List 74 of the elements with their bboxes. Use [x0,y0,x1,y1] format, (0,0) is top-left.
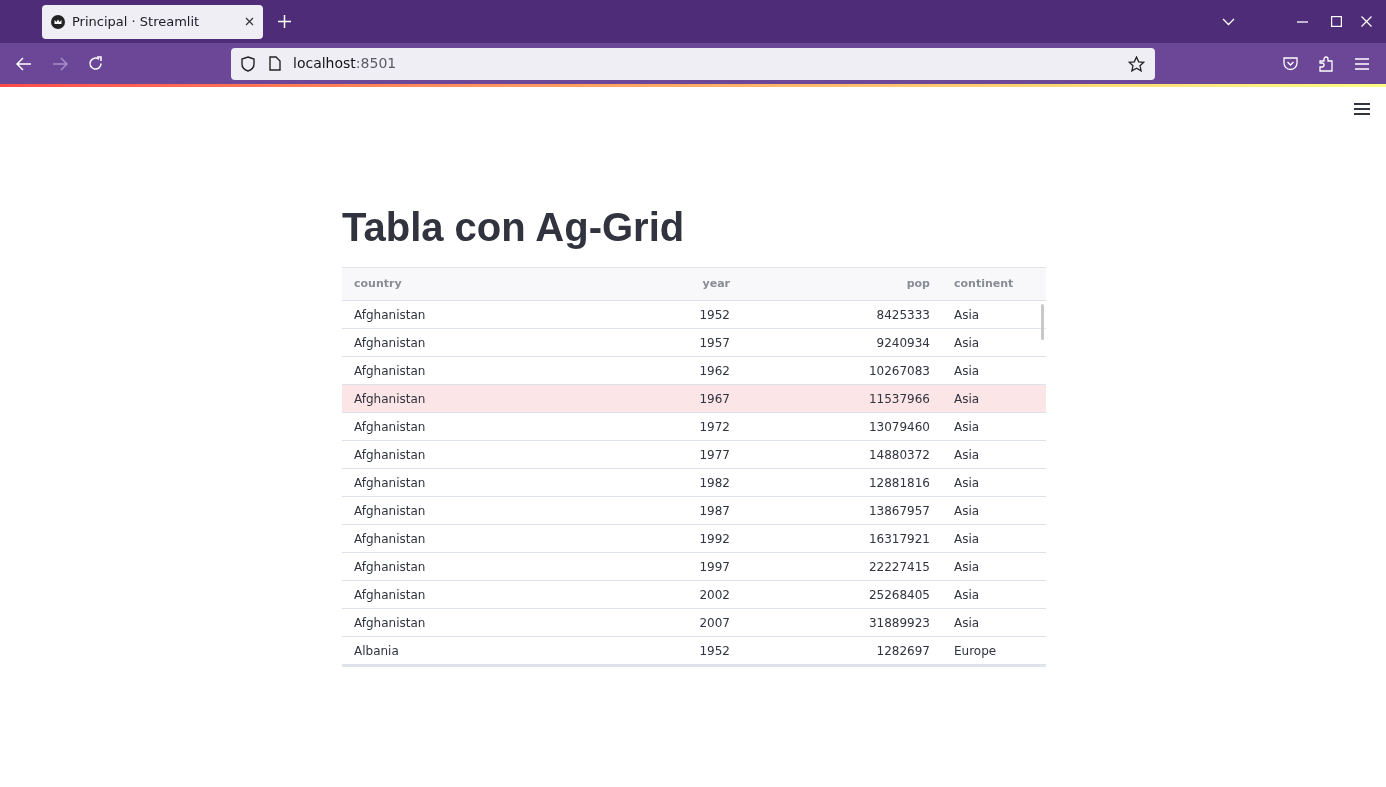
table-cell-text: Afghanistan [353,474,427,492]
table-cell-text: 9240934 [875,334,931,352]
page-icon [269,56,281,71]
table-cell-text: Asia [953,306,981,324]
table-cell-text: 8425333 [875,306,931,324]
table-cell-text: Afghanistan [353,418,427,436]
table-cell-text: Asia [953,362,981,380]
table-cell-text: 1282697 [875,642,931,660]
table-cell-text: 1952 [698,306,731,324]
table-cell-text: Afghanistan [353,530,427,548]
table-cell-text: 1957 [698,334,731,352]
table-cell-text: Albania [353,642,400,660]
url-text: localhost:8501 [293,54,398,73]
table-cell-text: Asia [953,502,981,520]
table-cell-text: Asia [953,614,981,632]
scrollbar-thumb[interactable] [1041,304,1044,340]
table-cell-text: Afghanistan [353,390,427,408]
plus-icon[interactable] [278,15,291,28]
table-cell-text: 16317921 [867,530,931,548]
table-cell-text: 14880372 [867,446,931,464]
browser-tab[interactable]: Principal · Streamlit [42,4,263,39]
star-icon[interactable] [1128,55,1145,72]
table-cell-text: 10267083 [867,362,931,380]
back-arrow-icon[interactable] [16,56,32,71]
table-cell-text: Afghanistan [353,306,427,324]
tab-title: Principal · Streamlit [72,12,201,31]
table-cell-text: 1962 [698,362,731,380]
table-cell-text: 2002 [698,586,731,604]
close-icon[interactable] [245,17,254,26]
table-cell-text: Asia [953,530,981,548]
pocket-icon[interactable] [1283,56,1298,71]
table-cell-text: 2007 [698,614,731,632]
table-cell-text: 1997 [698,558,731,576]
minimize-icon[interactable] [1297,20,1308,23]
reload-icon[interactable] [88,56,103,71]
table-cell-text: 31889923 [867,614,931,632]
table-cell-text: 1992 [698,530,731,548]
shield-icon [241,55,255,72]
table-cell-text: Afghanistan [353,558,427,576]
table-cell-text: 22227415 [867,558,931,576]
table-cell-text: Asia [953,474,981,492]
address-bar[interactable]: localhost:8501 [231,47,1155,80]
table-cell-text: 1967 [698,390,731,408]
menu-icon[interactable] [1354,103,1370,115]
table-cell-text: 1952 [698,642,731,660]
page-title: Tabla con Ag-Grid [342,204,686,251]
table-cell-text: 1987 [698,502,731,520]
table-cell-text: Afghanistan [353,362,427,380]
table-cell-text: 1972 [698,418,731,436]
table-cell-text: 12881816 [867,474,931,492]
table-cell-text: Afghanistan [353,614,427,632]
table-cell-text: 1982 [698,474,731,492]
table-cell-text: Asia [953,390,981,408]
table-row[interactable]: Afghanistan 1967 11537966 Asia [342,385,1046,413]
puzzle-icon[interactable] [1319,55,1334,72]
table-cell-text: Asia [953,418,981,436]
maximize-icon[interactable] [1331,16,1342,27]
table-cell-text: 11537966 [867,390,931,408]
table-cell-text: 13079460 [867,418,931,436]
forward-arrow-icon[interactable] [52,56,68,71]
table-cell-text: Afghanistan [353,334,427,352]
table-cell-text: Asia [953,586,981,604]
table-cell-text: Afghanistan [353,586,427,604]
table-cell-text: 25268405 [867,586,931,604]
table-cell-text: Afghanistan [353,446,427,464]
chevron-down-icon[interactable] [1222,17,1235,26]
table-cell-text: Asia [953,446,981,464]
table-cell-text: Afghanistan [353,502,427,520]
table-cell-text: Asia [953,558,981,576]
table-cell-text: 1977 [698,446,731,464]
table-cell-text: 13867957 [867,502,931,520]
crown-icon [51,14,65,29]
table-cell-text: Asia [953,334,981,352]
table-cell-text: Europe [953,642,998,660]
